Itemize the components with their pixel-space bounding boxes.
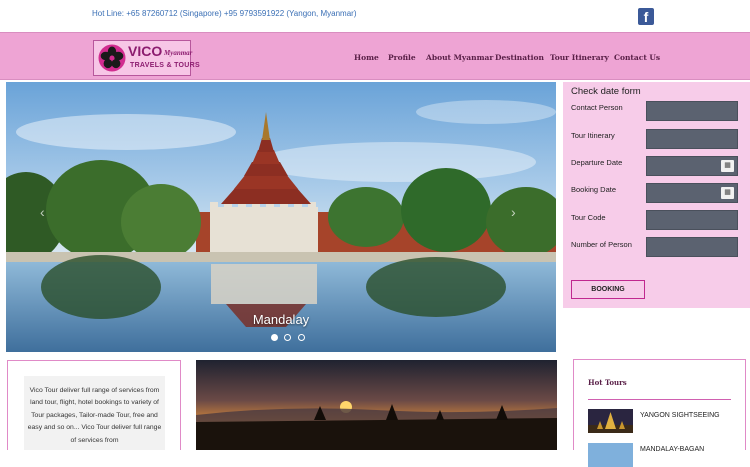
nav-about-myanmar[interactable]: About Myanmar xyxy=(426,53,493,62)
hero-slider[interactable]: ‹ › Mandalay xyxy=(6,82,556,352)
logo-name: VICO xyxy=(128,43,163,59)
tour-itinerary-label: Tour Itinerary xyxy=(571,131,615,140)
booking-date-label: Booking Date xyxy=(571,185,617,194)
hot-tours-title: Hot Tours xyxy=(588,378,627,387)
tour-code-label: Tour Code xyxy=(571,213,606,222)
tour-code-input[interactable] xyxy=(646,210,738,230)
chevron-right-icon[interactable]: › xyxy=(511,204,516,220)
hotline-text: Hot Line: +65 87260712 (Singapore) +95 9… xyxy=(92,9,357,18)
tour-itinerary-input[interactable] xyxy=(646,129,738,149)
slide-caption: Mandalay xyxy=(252,312,310,327)
contact-person-label: Contact Person xyxy=(571,103,623,112)
nav-destination[interactable]: Destination xyxy=(495,53,544,62)
nav-contact-us[interactable]: Contact Us xyxy=(614,53,660,62)
bagan-sunset-image xyxy=(196,360,557,450)
booking-button[interactable]: BOOKING xyxy=(571,280,645,299)
nav-profile[interactable]: Profile xyxy=(388,53,416,62)
logo-subname: Myanmar xyxy=(164,49,193,57)
hot-tour-item[interactable]: YANGON SIGHTSEEING xyxy=(640,412,720,419)
slider-dot[interactable] xyxy=(271,334,278,341)
nav-tour-itinerary[interactable]: Tour Itinerary xyxy=(550,53,609,62)
nav-home[interactable]: Home xyxy=(354,53,379,62)
yangon-thumbnail[interactable] xyxy=(588,409,633,433)
flower-logo-icon xyxy=(98,44,126,72)
form-title: Check date form xyxy=(571,86,641,97)
calendar-icon[interactable]: ▦ xyxy=(721,160,734,172)
contact-person-input[interactable] xyxy=(646,101,738,121)
calendar-icon[interactable]: ▦ xyxy=(721,187,734,199)
site-logo[interactable]: VICO Myanmar TRAVELS & TOURS xyxy=(93,40,200,76)
number-of-person-input[interactable] xyxy=(646,237,738,257)
slider-dot[interactable] xyxy=(297,334,305,341)
booking-date-input[interactable]: ▦ xyxy=(646,183,738,203)
hot-tours-divider xyxy=(588,399,731,400)
facebook-icon[interactable]: f xyxy=(638,8,654,25)
mandalay-bagan-thumbnail[interactable] xyxy=(588,443,633,467)
about-text: Vico Tour deliver full range of services… xyxy=(27,387,162,444)
slider-indicators xyxy=(271,328,307,346)
chevron-left-icon[interactable]: ‹ xyxy=(40,204,45,220)
departure-date-input[interactable]: ▦ xyxy=(646,156,738,176)
hot-tours-section xyxy=(573,359,746,450)
logo-tagline: TRAVELS & TOURS xyxy=(130,62,200,69)
slider-dot[interactable] xyxy=(284,334,292,341)
departure-date-label: Departure Date xyxy=(571,158,623,167)
number-of-person-label: Number of Person xyxy=(571,240,632,249)
